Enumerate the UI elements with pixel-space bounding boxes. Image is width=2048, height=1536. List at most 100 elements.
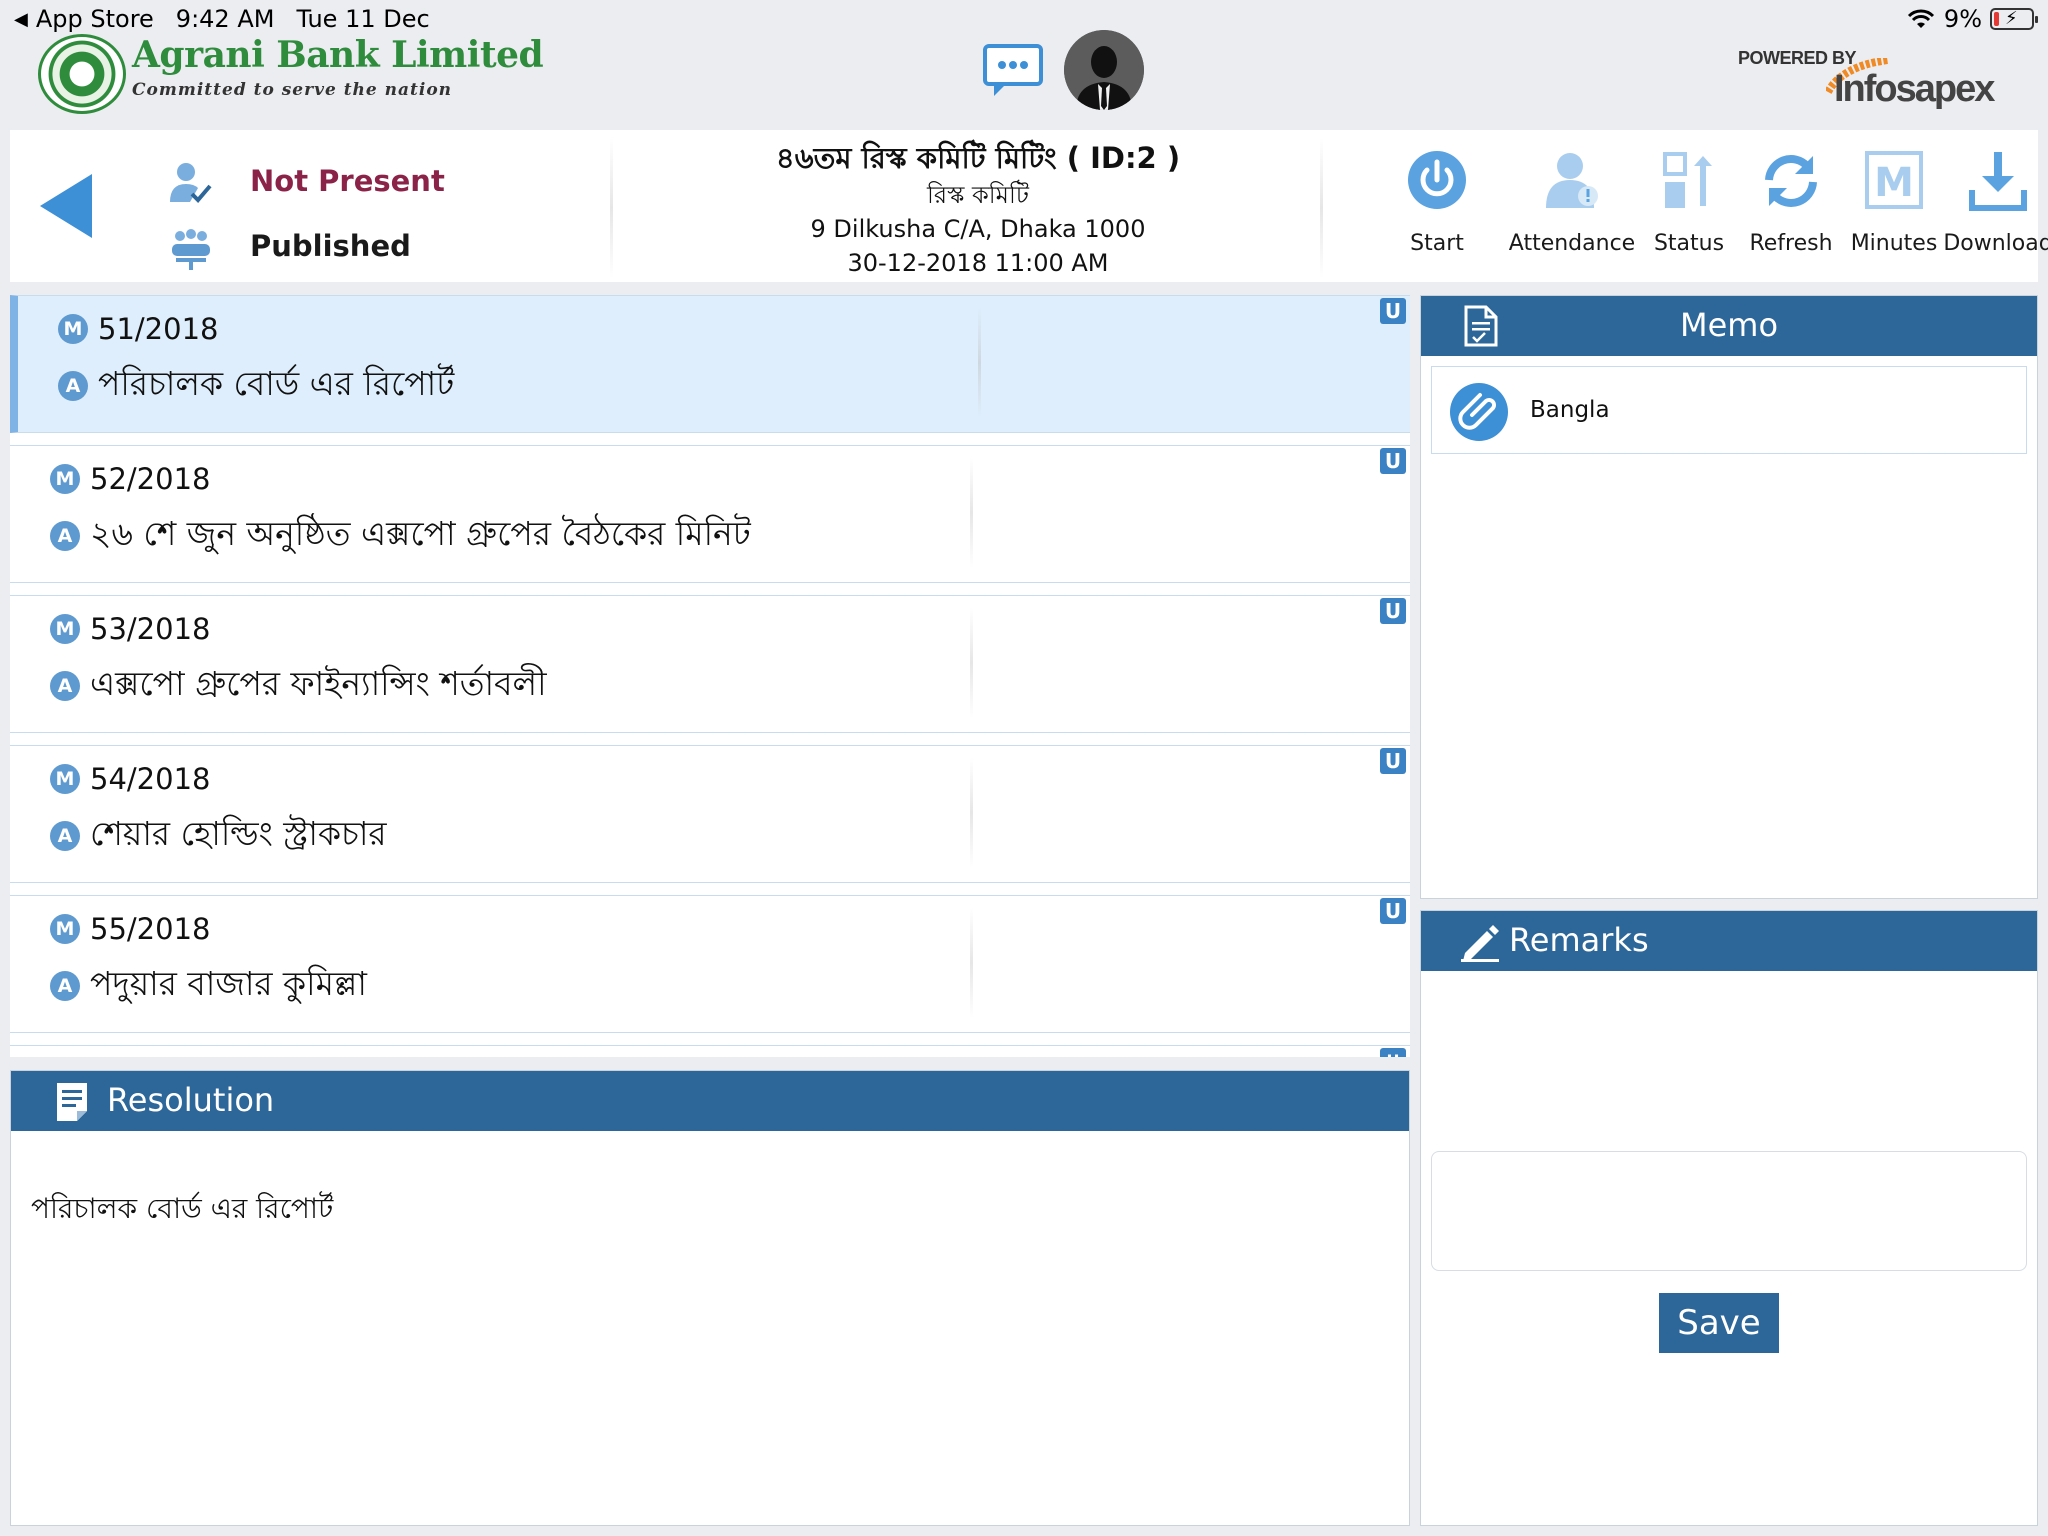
resolution-header: Resolution	[11, 1071, 1409, 1131]
minutes-m-icon: M	[1865, 151, 1923, 209]
status-time: 9:42 AM	[175, 5, 275, 33]
meeting-group-icon	[172, 229, 210, 270]
memo-panel: Memo Bangla	[1420, 295, 2038, 899]
remarks-input[interactable]	[1431, 1151, 2027, 1271]
status-date: Tue 11 Dec	[296, 5, 430, 33]
update-badge[interactable]: U	[1380, 898, 1406, 924]
agenda-badge-icon: A	[50, 671, 80, 701]
agenda-badge-icon: A	[50, 521, 80, 551]
meeting-datetime: 30-12-2018 11:00 AM	[847, 249, 1109, 277]
agenda-item[interactable]: M 52/2018 A ২৬ শে জুন অনুষ্ঠিত এক্সপো গ্রু…	[10, 445, 1410, 583]
user-check-icon	[170, 163, 212, 203]
start-label: Start	[1410, 231, 1464, 256]
resolution-panel: Resolution পরিচালক বোর্ড এর রিপোর্ট	[10, 1070, 1410, 1526]
download-icon	[1969, 152, 2027, 211]
minutes-button[interactable]: M Minutes	[1846, 130, 1942, 282]
attendance-label: Attendance	[1508, 231, 1636, 256]
wifi-icon	[1907, 9, 1934, 28]
status-button[interactable]: Status	[1642, 130, 1736, 282]
user-alert-icon	[1546, 153, 1598, 208]
column-divider	[970, 608, 973, 718]
agenda-item-partial[interactable]: U	[10, 1045, 1410, 1057]
memo-header: Memo	[1421, 296, 2037, 356]
update-badge[interactable]: U	[1380, 598, 1406, 624]
bank-name: Agrani Bank Limited	[132, 34, 544, 76]
status-label: Status	[1653, 231, 1725, 256]
attendance-button[interactable]: Attendance	[1502, 130, 1642, 282]
paperclip-icon	[1450, 383, 1508, 441]
update-badge[interactable]: U	[1380, 448, 1406, 474]
svg-text:M: M	[1874, 160, 1914, 206]
back-arrow-icon[interactable]	[40, 174, 92, 238]
header-divider	[610, 138, 613, 278]
column-divider	[978, 308, 981, 418]
agenda-badge-icon: A	[58, 371, 88, 401]
update-badge[interactable]: U	[1380, 298, 1406, 324]
memo-badge-icon: M	[50, 614, 80, 644]
agenda-item[interactable]: M 51/2018 A পরিচালক বোর্ড এর রিপোর্ট U	[10, 295, 1410, 433]
agenda-title: ২৬ শে জুন অনুষ্ঠিত এক্সপো গ্রুপের বৈঠকের…	[90, 514, 751, 553]
committee-name: রিস্ক কমিটি	[927, 181, 1029, 209]
note-icon	[57, 1083, 87, 1121]
brand-bar: Agrani Bank Limited Committed to serve t…	[0, 30, 2048, 130]
refresh-button[interactable]: Refresh	[1736, 130, 1846, 282]
bank-logo-icon	[38, 34, 126, 114]
back-app-label[interactable]: App Store	[36, 5, 154, 33]
memo-badge-icon: M	[50, 914, 80, 944]
agenda-item[interactable]: M 55/2018 A পদুয়ার বাজার কুমিল্লা U	[10, 895, 1410, 1033]
start-button[interactable]: Start	[1372, 130, 1502, 282]
publish-status: Published	[250, 229, 411, 263]
refresh-icon	[1765, 155, 1817, 207]
memo-badge-icon: M	[50, 464, 80, 494]
battery-icon: ⚡	[1990, 8, 2038, 30]
agenda-item[interactable]: M 54/2018 A শেয়ার হোল্ডিং স্ট্রাকচার U	[10, 745, 1410, 883]
remarks-title: Remarks	[1509, 921, 1649, 959]
download-button[interactable]: Download	[1942, 130, 2048, 282]
chat-bubble-icon[interactable]	[982, 43, 1044, 99]
memo-number: 52/2018	[90, 462, 211, 496]
agenda-title: এক্সপো গ্রুপের ফাইন্যান্সিং শর্তাবলী	[90, 664, 547, 703]
column-divider	[970, 458, 973, 568]
agenda-badge-icon: A	[50, 821, 80, 851]
meeting-address: 9 Dilkusha C/A, Dhaka 1000	[810, 215, 1146, 243]
memo-title: Memo	[1679, 306, 1779, 344]
memo-number: 55/2018	[90, 912, 211, 946]
attachment-label: Bangla	[1530, 397, 1610, 423]
resolution-title: Resolution	[107, 1081, 275, 1119]
attachment-item[interactable]: Bangla	[1431, 366, 2027, 454]
save-button[interactable]: Save	[1659, 1293, 1779, 1353]
agenda-list[interactable]: M 51/2018 A পরিচালক বোর্ড এর রিপোর্ট U M 52…	[10, 295, 1410, 1057]
update-badge[interactable]: U	[1380, 1048, 1406, 1057]
agenda-title: পরিচালক বোর্ড এর রিপোর্ট	[98, 364, 455, 403]
toolbar: Start Attendance Status Refresh M Minute…	[1372, 130, 2048, 282]
memo-badge-icon: M	[58, 314, 88, 344]
back-to-app-icon[interactable]: ◀	[14, 9, 28, 30]
minutes-label: Minutes	[1850, 231, 1938, 256]
header-divider	[1320, 138, 1323, 278]
user-avatar-icon[interactable]	[1064, 30, 1144, 110]
resolution-text: পরিচালক বোর্ড এর রিপোর্ট	[31, 1192, 334, 1225]
attendance-status: Not Present	[250, 164, 445, 198]
remarks-header: Remarks	[1421, 911, 2037, 971]
agenda-title: পদুয়ার বাজার কুমিল্লা	[90, 964, 367, 1003]
memo-badge-icon: M	[50, 764, 80, 794]
download-label: Download	[1943, 231, 2048, 256]
refresh-label: Refresh	[1749, 231, 1833, 256]
pencil-icon	[1461, 925, 1499, 962]
agenda-title: শেয়ার হোল্ডিং স্ট্রাকচার	[90, 814, 387, 853]
agenda-badge-icon: A	[50, 971, 80, 1001]
meeting-title: ৪৬তম রিস্ক কমিটি মিটিং ( ID:2 )	[775, 141, 1181, 175]
column-divider	[970, 758, 973, 868]
agenda-item[interactable]: M 53/2018 A এক্সপো গ্রুপের ফাইন্যান্সিং শর…	[10, 595, 1410, 733]
status-arrow-icon	[1663, 152, 1712, 208]
memo-number: 53/2018	[90, 612, 211, 646]
memo-number: 51/2018	[98, 312, 219, 346]
memo-number: 54/2018	[90, 762, 211, 796]
bank-tagline: Committed to serve the nation	[132, 80, 453, 100]
power-icon	[1408, 151, 1466, 209]
update-badge[interactable]: U	[1380, 748, 1406, 774]
battery-percent: 9%	[1943, 5, 1982, 33]
vendor-name: Infosapex	[1834, 68, 1995, 110]
meeting-info: ৪৬তম রিস্ক কমিটি মিটিং ( ID:2 ) রিস্ক কম…	[622, 130, 1334, 280]
column-divider	[970, 908, 973, 1018]
